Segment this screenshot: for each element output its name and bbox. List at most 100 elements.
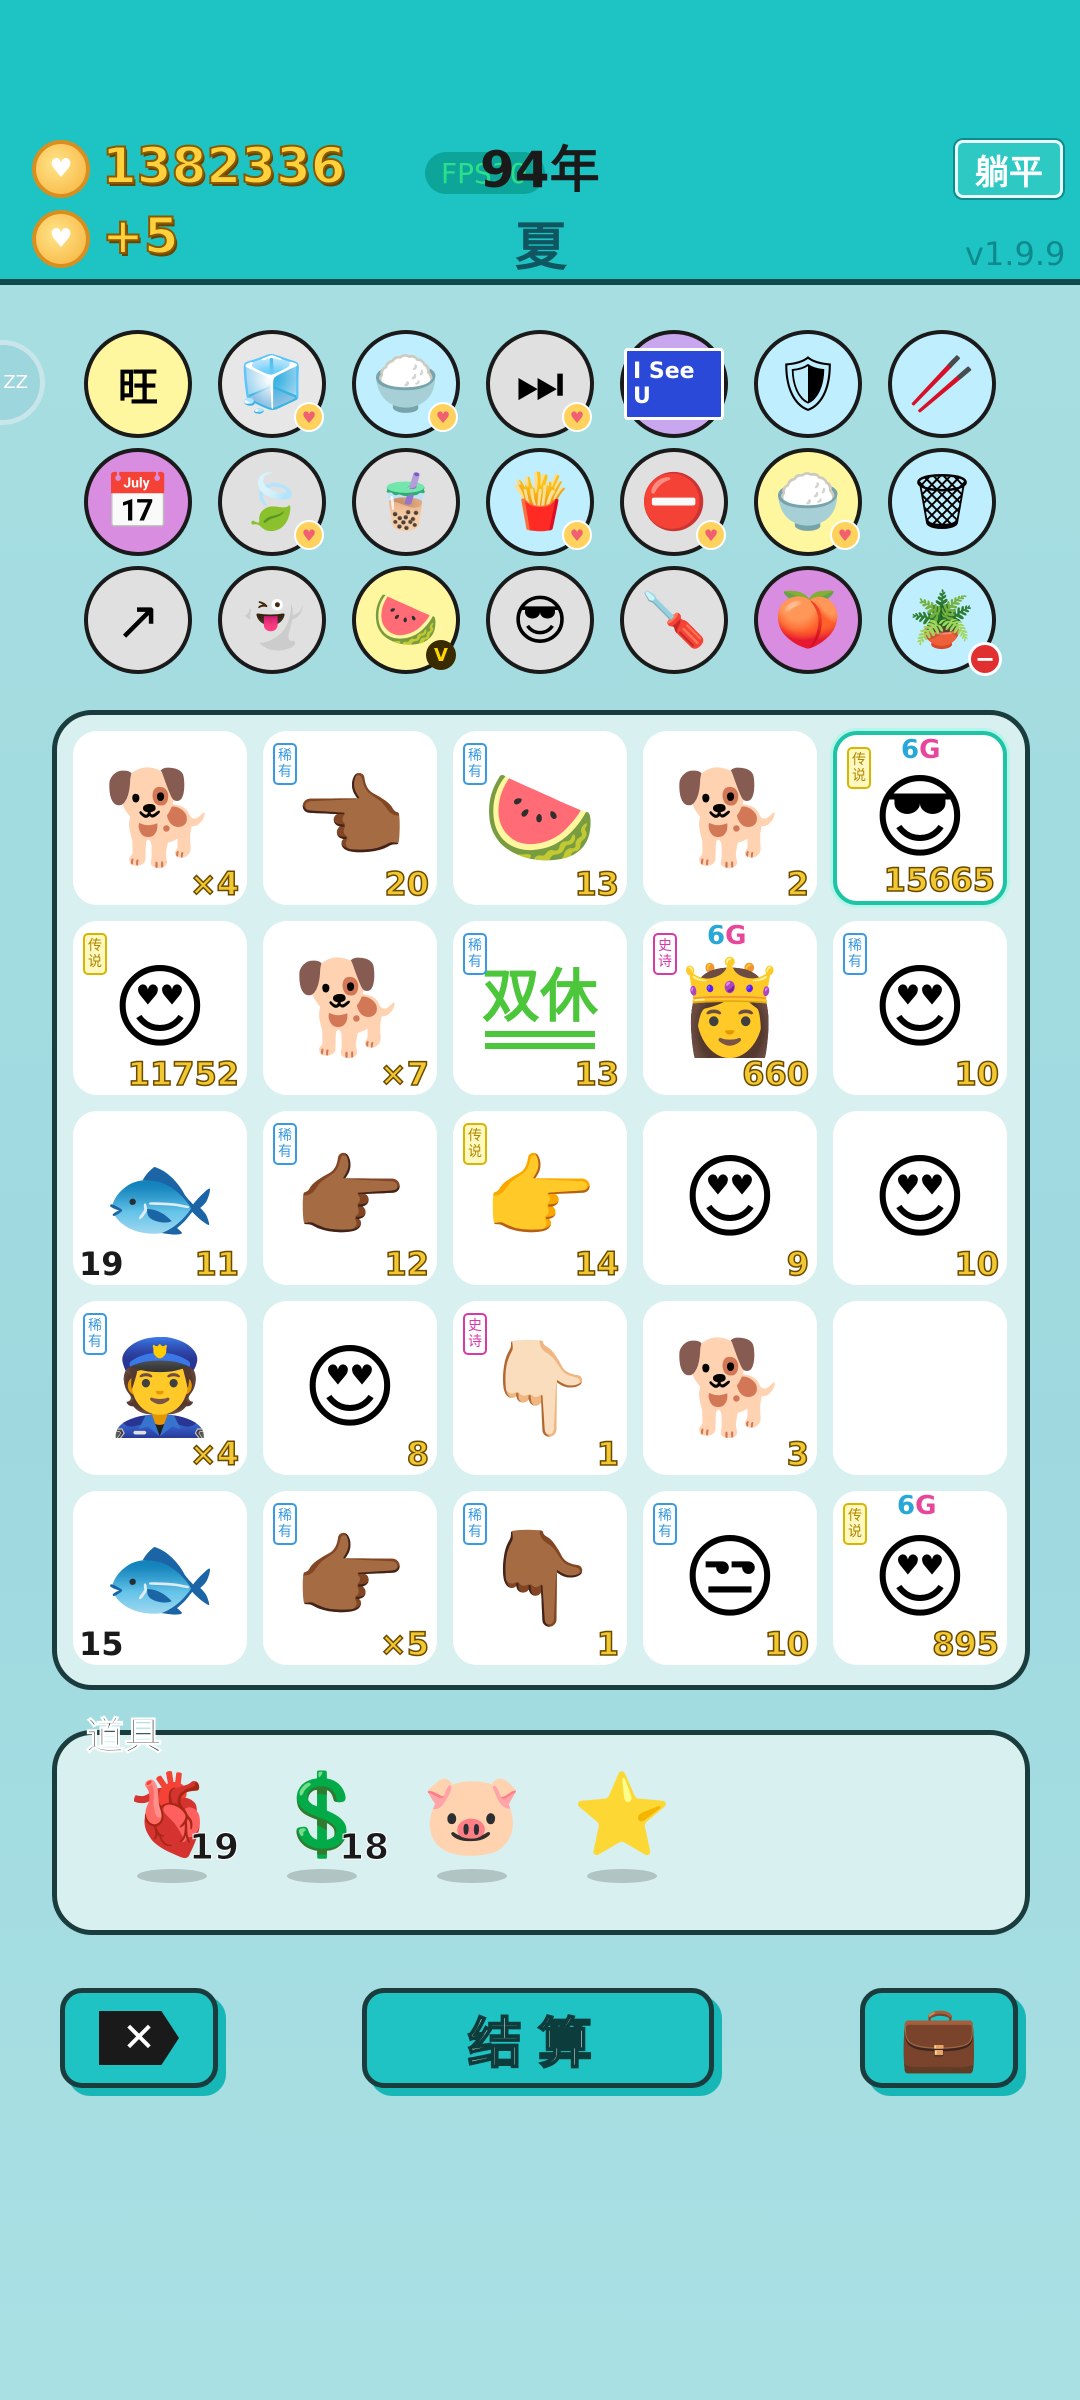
gray-pointing-hand-icon: 👇🏻 — [482, 1334, 598, 1441]
item-cell[interactable]: 🍉 稀有 13 — [453, 731, 627, 905]
prop-item[interactable]: ⭐ — [567, 1775, 677, 1925]
item-cell[interactable]: 双休 稀有 13 — [453, 921, 627, 1095]
pointing-hand-left-icon: 👈🏾 — [292, 764, 408, 871]
fish-icon: 🐟 — [102, 1524, 218, 1631]
rarity-badge: 稀有 — [843, 933, 867, 975]
skill-potted-flower-icon[interactable]: 🪴 − — [888, 566, 1002, 676]
item-cell[interactable]: 🐟 11 19 — [73, 1111, 247, 1285]
bucket-hat-man-icon: 😒 — [682, 1524, 778, 1631]
skill-calendar-icon[interactable]: 📅 — [84, 448, 192, 556]
skill-rice-bowl-icon[interactable]: 🍚 ♥ — [352, 330, 460, 438]
top-bar: ♥ 1382336 ♥ +5 FPS30 94年 夏 躺平 v1.9.9 — [0, 0, 1080, 285]
leaf-icon: 🍃 — [238, 470, 306, 533]
prop-item[interactable]: 🫀 19 — [117, 1775, 240, 1925]
rarity-badge: 稀有 — [273, 1503, 297, 1545]
skill-bubble-tea-icon[interactable]: 🧋 — [352, 448, 460, 556]
heart-badge-icon: ♥ — [562, 520, 592, 550]
item-count: 15665 — [883, 860, 996, 900]
six-g-badge: 6G — [901, 735, 940, 765]
calendar-icon: 📅 — [104, 470, 172, 533]
six-g-g: G — [725, 921, 747, 951]
empty-slot[interactable] — [833, 1301, 1007, 1475]
skill-chopsticks-icon[interactable]: 🥢 — [888, 330, 996, 438]
rarity-badge: 稀有 — [83, 1313, 107, 1355]
prop-shadow — [437, 1869, 507, 1883]
item-cell[interactable]: 😍 传说 6G 895 — [833, 1491, 1007, 1665]
item-cell[interactable]: 😍 8 — [263, 1301, 437, 1475]
rarity-badge: 稀有 — [463, 743, 487, 785]
settle-button[interactable]: 结算 — [362, 1988, 714, 2088]
peach-sunglasses-icon: 🍑 — [774, 588, 842, 651]
wang-icon: 旺 — [118, 365, 158, 411]
coin-balance: 1382336 — [101, 136, 347, 196]
item-count: 13 — [574, 1054, 620, 1094]
heart-badge-icon: ♥ — [562, 402, 592, 432]
rarity-badge: 稀有 — [273, 743, 297, 785]
bag-button[interactable]: 💼 — [860, 1988, 1018, 2088]
item-cell[interactable]: 😍 稀有 10 — [833, 921, 1007, 1095]
item-count: 8 — [406, 1434, 430, 1474]
item-count: 20 — [384, 864, 430, 904]
skill-arrow-up-icon[interactable]: ↗ — [84, 566, 192, 674]
fish-icon: 🐟 — [102, 1144, 218, 1251]
item-cell[interactable]: 👸 史诗 6G 660 — [643, 921, 817, 1095]
close-button[interactable]: ✕ — [60, 1988, 218, 2088]
item-left-count: 15 — [79, 1625, 124, 1663]
skill-leaf-icon[interactable]: 🍃 ♥ — [218, 448, 326, 556]
skill-sunglasses-face-icon[interactable]: 😎 — [486, 566, 594, 674]
remove-badge-icon[interactable]: − — [968, 642, 1002, 676]
skill-ghost-icon[interactable]: 👻 — [218, 566, 326, 674]
skill-no-entry-icon[interactable]: ⛔ ♥ — [620, 448, 728, 556]
sleep-icon[interactable]: ZZ — [0, 340, 45, 425]
six-g-badge: 6G — [897, 1491, 936, 1521]
item-cell[interactable]: 👉 传说 14 — [453, 1111, 627, 1285]
item-cell[interactable]: 😎 传说 6G 15665 — [833, 731, 1007, 905]
rice-bowl-icon: 🍚 — [774, 470, 842, 533]
skill-peach-sunglasses-icon[interactable]: 🍑 — [754, 566, 862, 674]
skill-shield-wrench-icon[interactable]: 🛡 — [754, 330, 862, 438]
no-entry-icon: ⛔ — [640, 470, 708, 533]
item-cell[interactable]: 😒 稀有 10 — [643, 1491, 817, 1665]
skill-sugar-cubes-icon[interactable]: 🧊 ♥ — [218, 330, 326, 438]
cap-grandpa-icon: 😍 — [872, 1144, 968, 1251]
item-cell[interactable]: 🐕 2 — [643, 731, 817, 905]
item-count: 11 — [194, 1244, 240, 1284]
item-cell[interactable]: 👇🏻 史诗 1 — [453, 1301, 627, 1475]
rarity-badge: 史诗 — [653, 933, 677, 975]
item-cell[interactable]: 😍 10 — [833, 1111, 1007, 1285]
skill-i-see-u-icon[interactable]: I See U — [620, 330, 728, 438]
skill-wang-icon[interactable]: 旺 — [84, 330, 192, 438]
prop-item[interactable]: 💲 18 — [267, 1775, 390, 1925]
pointing-hand-icon: 👉🏾 — [292, 1524, 408, 1631]
skill-rice-bowl-icon[interactable]: 🍚 ♥ — [754, 448, 862, 556]
i-see-u-icon: I See U — [624, 348, 724, 420]
cap-grandpa-icon: 😍 — [682, 1144, 778, 1251]
skill-fries-icon[interactable]: 🍟 ♥ — [486, 448, 594, 556]
watermelon-icon: 🍉 — [482, 764, 598, 871]
item-cell[interactable]: 👈🏾 稀有 20 — [263, 731, 437, 905]
skill-trash-bag-icon[interactable]: 🗑 — [888, 448, 996, 556]
star-icon: ⭐ — [572, 1768, 672, 1861]
skill-screwdriver-icon[interactable]: 🪛 — [620, 566, 728, 674]
skill-skip-icon[interactable]: ⏭ ♥ — [486, 330, 594, 438]
item-cell[interactable]: 🐕 ×4 — [73, 731, 247, 905]
item-cell[interactable]: 👇🏾 稀有 1 — [453, 1491, 627, 1665]
year-label: 94年 — [480, 141, 600, 199]
skill-fruit-plate-icon[interactable]: 🍉 V — [352, 566, 460, 674]
item-cell[interactable]: 🐟 15 — [73, 1491, 247, 1665]
item-count: ×7 — [379, 1054, 430, 1094]
item-cell[interactable]: 🐕 3 — [643, 1301, 817, 1475]
bucket-hat-heart-eyes-icon: 😍 — [872, 954, 968, 1061]
item-cell[interactable]: 🐕 ×7 — [263, 921, 437, 1095]
rarity-badge: 传说 — [843, 1503, 867, 1545]
prop-item[interactable]: 🐷 — [417, 1775, 527, 1925]
item-cell[interactable]: 😍 传说 11752 — [73, 921, 247, 1095]
lie-flat-button[interactable]: 躺平 — [955, 140, 1063, 198]
item-cell[interactable]: 😍 9 — [643, 1111, 817, 1285]
item-cell[interactable]: 👉🏾 稀有 ×5 — [263, 1491, 437, 1665]
item-cell[interactable]: 👮 稀有 ×4 — [73, 1301, 247, 1475]
trash-bag-icon: 🗑 — [907, 470, 977, 533]
item-count: 660 — [741, 1054, 809, 1094]
item-cell[interactable]: 👉🏾 稀有 12 — [263, 1111, 437, 1285]
item-count: 1 — [596, 1434, 620, 1474]
